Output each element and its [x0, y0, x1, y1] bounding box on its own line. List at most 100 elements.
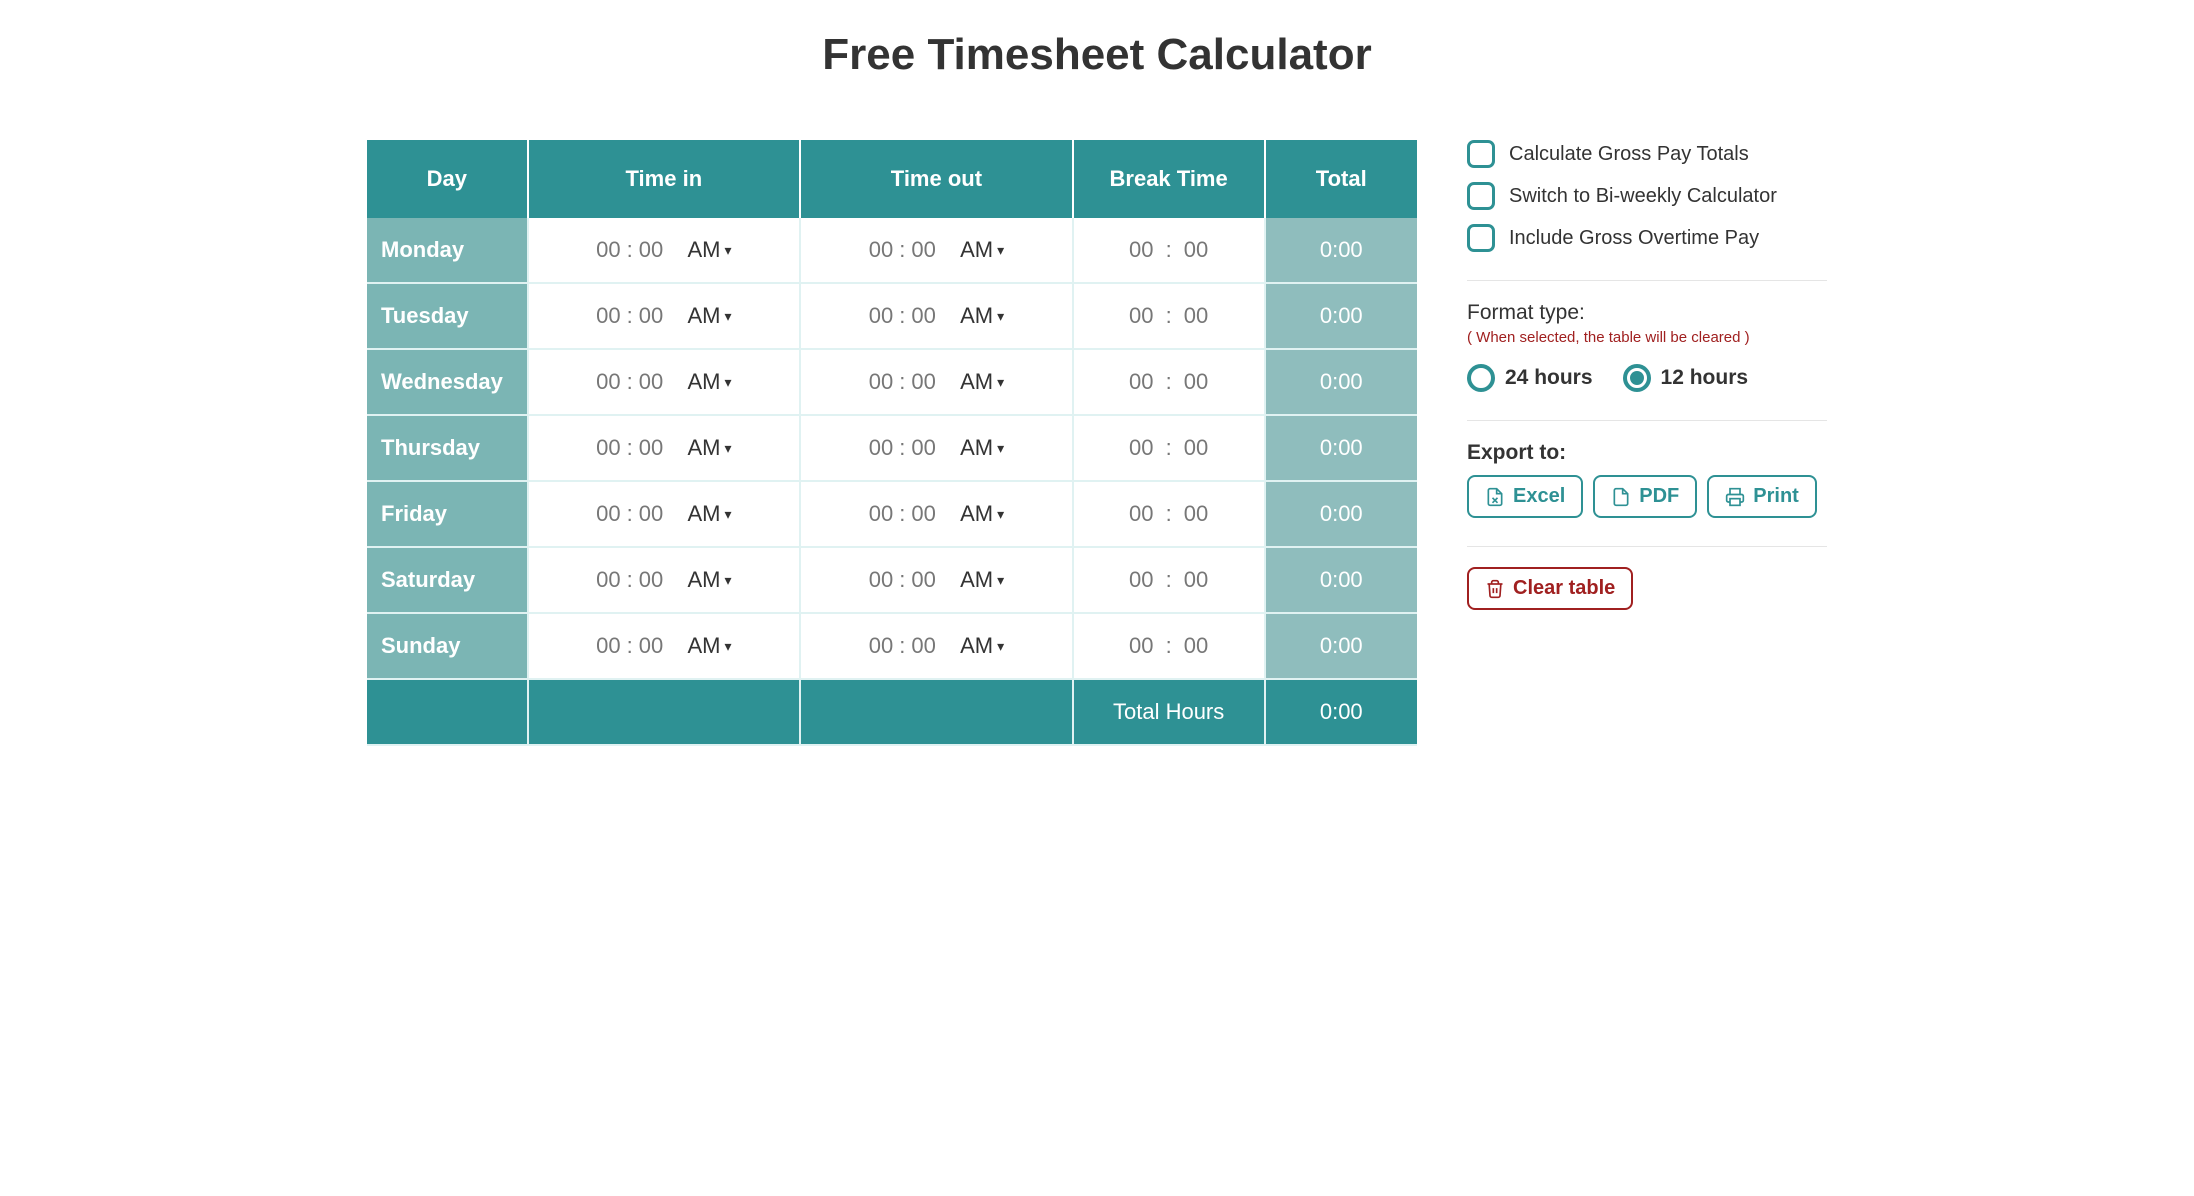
time-out-ampm-select[interactable]: AM▾: [960, 237, 1004, 263]
time-in-hour[interactable]: 00: [596, 435, 620, 461]
time-sep: :: [1159, 303, 1177, 329]
table-row: Friday00:00 AM▾00:00 AM▾00 : 000:00: [367, 482, 1417, 548]
break-cell[interactable]: 00 : 00: [1074, 218, 1266, 284]
time-in-minute[interactable]: 00: [639, 435, 663, 461]
time-in-cell[interactable]: 00:00 AM▾: [529, 350, 802, 416]
time-out-ampm-select[interactable]: AM▾: [960, 567, 1004, 593]
time-in-ampm-select[interactable]: AM▾: [687, 501, 731, 527]
time-sep: :: [627, 501, 633, 527]
time-in-hour[interactable]: 00: [596, 237, 620, 263]
time-out-minute[interactable]: 00: [911, 501, 935, 527]
break-minute[interactable]: 00: [1184, 501, 1208, 527]
time-out-minute[interactable]: 00: [911, 303, 935, 329]
time-out-minute[interactable]: 00: [911, 633, 935, 659]
time-in-minute[interactable]: 00: [639, 369, 663, 395]
time-in-minute[interactable]: 00: [639, 633, 663, 659]
break-minute[interactable]: 00: [1184, 369, 1208, 395]
option-overtime[interactable]: Include Gross Overtime Pay: [1467, 224, 1827, 252]
time-out-cell[interactable]: 00:00 AM▾: [801, 614, 1074, 680]
time-sep: :: [899, 237, 905, 263]
time-sep: :: [1159, 501, 1177, 527]
break-cell[interactable]: 00 : 00: [1074, 548, 1266, 614]
time-in-ampm-select[interactable]: AM▾: [687, 303, 731, 329]
clear-table-button[interactable]: Clear table: [1467, 567, 1633, 610]
time-out-ampm-select[interactable]: AM▾: [960, 435, 1004, 461]
time-in-minute[interactable]: 00: [639, 567, 663, 593]
time-out-hour[interactable]: 00: [869, 369, 893, 395]
break-cell[interactable]: 00 : 00: [1074, 350, 1266, 416]
time-out-hour[interactable]: 00: [869, 303, 893, 329]
time-out-ampm-select[interactable]: AM▾: [960, 303, 1004, 329]
export-excel-button[interactable]: Excel: [1467, 475, 1583, 518]
export-pdf-button[interactable]: PDF: [1593, 475, 1697, 518]
break-minute[interactable]: 00: [1184, 435, 1208, 461]
break-hour[interactable]: 00: [1129, 567, 1153, 593]
option-biweekly[interactable]: Switch to Bi-weekly Calculator: [1467, 182, 1827, 210]
time-sep: :: [1159, 237, 1177, 263]
break-hour[interactable]: 00: [1129, 435, 1153, 461]
break-minute[interactable]: 00: [1184, 633, 1208, 659]
day-cell: Tuesday: [367, 284, 529, 350]
time-in-cell[interactable]: 00:00 AM▾: [529, 482, 802, 548]
break-cell[interactable]: 00 : 00: [1074, 614, 1266, 680]
break-cell[interactable]: 00 : 00: [1074, 482, 1266, 548]
break-minute[interactable]: 00: [1184, 303, 1208, 329]
time-in-hour[interactable]: 00: [596, 303, 620, 329]
time-in-ampm-select[interactable]: AM▾: [687, 567, 731, 593]
time-in-hour[interactable]: 00: [596, 369, 620, 395]
timesheet-table-wrap: Day Time in Time out Break Time Total Mo…: [367, 140, 1417, 746]
time-out-minute[interactable]: 00: [911, 567, 935, 593]
export-print-button[interactable]: Print: [1707, 475, 1817, 518]
chevron-down-icon: ▾: [724, 374, 731, 391]
break-minute[interactable]: 00: [1184, 237, 1208, 263]
time-out-ampm-select[interactable]: AM▾: [960, 369, 1004, 395]
time-in-hour[interactable]: 00: [596, 567, 620, 593]
time-out-cell[interactable]: 00:00 AM▾: [801, 284, 1074, 350]
break-cell[interactable]: 00 : 00: [1074, 416, 1266, 482]
break-hour[interactable]: 00: [1129, 501, 1153, 527]
radio-24-hours[interactable]: 24 hours: [1467, 364, 1593, 392]
time-out-cell[interactable]: 00:00 AM▾: [801, 416, 1074, 482]
time-sep: :: [1159, 567, 1177, 593]
time-out-cell[interactable]: 00:00 AM▾: [801, 218, 1074, 284]
break-minute[interactable]: 00: [1184, 567, 1208, 593]
time-out-minute[interactable]: 00: [911, 237, 935, 263]
time-out-hour[interactable]: 00: [869, 237, 893, 263]
time-in-hour[interactable]: 00: [596, 501, 620, 527]
time-out-ampm-select[interactable]: AM▾: [960, 633, 1004, 659]
row-total: 0:00: [1266, 482, 1417, 548]
time-out-hour[interactable]: 00: [869, 633, 893, 659]
time-in-cell[interactable]: 00:00 AM▾: [529, 416, 802, 482]
chevron-down-icon: ▾: [724, 572, 731, 589]
time-in-cell[interactable]: 00:00 AM▾: [529, 614, 802, 680]
time-out-hour[interactable]: 00: [869, 501, 893, 527]
time-out-cell[interactable]: 00:00 AM▾: [801, 482, 1074, 548]
time-in-ampm-select[interactable]: AM▾: [687, 435, 731, 461]
time-in-ampm-select[interactable]: AM▾: [687, 237, 731, 263]
time-in-cell[interactable]: 00:00 AM▾: [529, 284, 802, 350]
time-in-cell[interactable]: 00:00 AM▾: [529, 548, 802, 614]
time-out-cell[interactable]: 00:00 AM▾: [801, 548, 1074, 614]
time-out-hour[interactable]: 00: [869, 435, 893, 461]
break-cell[interactable]: 00 : 00: [1074, 284, 1266, 350]
option-gross-pay[interactable]: Calculate Gross Pay Totals: [1467, 140, 1827, 168]
time-in-ampm-select[interactable]: AM▾: [687, 633, 731, 659]
radio-12-hours[interactable]: 12 hours: [1623, 364, 1749, 392]
time-in-hour[interactable]: 00: [596, 633, 620, 659]
time-in-cell[interactable]: 00:00 AM▾: [529, 218, 802, 284]
time-in-minute[interactable]: 00: [639, 303, 663, 329]
time-out-minute[interactable]: 00: [911, 435, 935, 461]
table-row: Sunday00:00 AM▾00:00 AM▾00 : 000:00: [367, 614, 1417, 680]
break-hour[interactable]: 00: [1129, 633, 1153, 659]
time-in-minute[interactable]: 00: [639, 237, 663, 263]
time-out-minute[interactable]: 00: [911, 369, 935, 395]
chevron-down-icon: ▾: [724, 308, 731, 325]
time-in-ampm-select[interactable]: AM▾: [687, 369, 731, 395]
break-hour[interactable]: 00: [1129, 237, 1153, 263]
time-out-cell[interactable]: 00:00 AM▾: [801, 350, 1074, 416]
time-out-ampm-select[interactable]: AM▾: [960, 501, 1004, 527]
time-in-minute[interactable]: 00: [639, 501, 663, 527]
break-hour[interactable]: 00: [1129, 303, 1153, 329]
time-out-hour[interactable]: 00: [869, 567, 893, 593]
break-hour[interactable]: 00: [1129, 369, 1153, 395]
